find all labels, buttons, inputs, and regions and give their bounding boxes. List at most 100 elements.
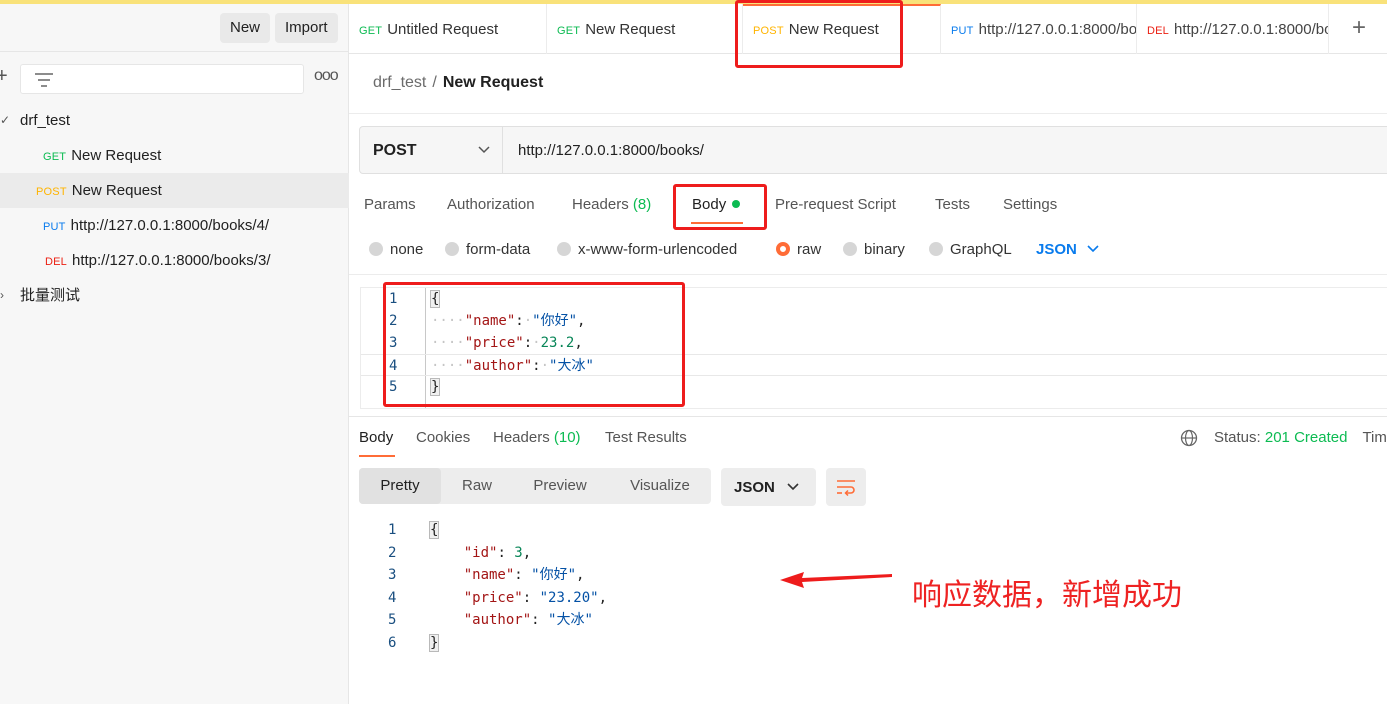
radio-label: raw bbox=[797, 241, 822, 258]
tab-untitled-request[interactable]: GET Untitled Request bbox=[349, 4, 547, 54]
arrow-left-icon bbox=[780, 572, 892, 588]
json-value: "你好" bbox=[531, 567, 577, 583]
resp-tab-cookies[interactable]: Cookies bbox=[416, 429, 470, 446]
code-token: } bbox=[428, 633, 440, 652]
add-tab-icon[interactable]: + bbox=[1352, 16, 1366, 40]
divider bbox=[349, 274, 1387, 275]
radio-icon bbox=[369, 241, 383, 256]
json-key: "price" bbox=[463, 589, 523, 606]
headers-count: (10) bbox=[553, 429, 581, 446]
breadcrumb: drf_test / New Request bbox=[373, 74, 543, 92]
code-line: 6} bbox=[360, 632, 1387, 654]
annotation-text: 响应数据，新增成功 bbox=[912, 578, 1182, 613]
response-status: Status: 201 Created Time bbox=[1214, 429, 1387, 446]
radio-graphql[interactable]: GraphQL bbox=[929, 241, 1012, 258]
status-badge[interactable]: 201 Created bbox=[1265, 429, 1348, 446]
response-view-toggle: Pretty Raw Preview Visualize bbox=[359, 468, 711, 504]
tab-authorization[interactable]: Authorization bbox=[447, 196, 535, 213]
sidebar-item-post-new-request[interactable]: POST New Request bbox=[0, 173, 349, 208]
collection-label: drf_test bbox=[20, 112, 71, 129]
folder-batch-test[interactable]: › 批量测试 bbox=[0, 278, 349, 313]
view-raw-button[interactable]: Raw bbox=[445, 468, 509, 504]
radio-urlencoded[interactable]: x-www-form-urlencoded bbox=[557, 241, 737, 258]
body-format-select[interactable]: JSON bbox=[1036, 241, 1099, 258]
filter-input[interactable] bbox=[20, 64, 304, 94]
tab-tests[interactable]: Tests bbox=[935, 196, 970, 213]
resp-tab-test-results[interactable]: Test Results bbox=[605, 429, 687, 446]
chevron-down-icon bbox=[478, 146, 490, 154]
chevron-down-icon bbox=[1087, 245, 1099, 253]
chevron-down-icon[interactable]: ✓ bbox=[0, 103, 10, 138]
method-badge: GET bbox=[359, 25, 383, 37]
highlight-box-request-body bbox=[383, 282, 685, 407]
page-title[interactable]: New Request bbox=[443, 74, 543, 91]
radio-label: x-www-form-urlencoded bbox=[578, 241, 738, 258]
sidebar-item-label: New Request bbox=[71, 147, 162, 164]
tab-get-new-request[interactable]: GET New Request bbox=[547, 4, 743, 54]
line-number: 3 bbox=[388, 567, 397, 583]
radio-none[interactable]: none bbox=[369, 241, 423, 258]
radio-icon bbox=[843, 241, 857, 256]
tab-params[interactable]: Params bbox=[364, 196, 416, 213]
json-value: 3 bbox=[514, 544, 523, 561]
sidebar-item-get-new-request[interactable]: GET New Request bbox=[0, 138, 349, 173]
radio-label: binary bbox=[864, 241, 905, 258]
chevron-right-icon[interactable]: › bbox=[0, 278, 4, 313]
json-key: "author" bbox=[463, 612, 532, 628]
tab-prerequest-script[interactable]: Pre-request Script bbox=[775, 196, 896, 213]
sidebar-item-label: New Request bbox=[71, 182, 162, 199]
breadcrumb-collection[interactable]: drf_test bbox=[373, 74, 426, 91]
radio-raw[interactable]: raw bbox=[776, 241, 821, 258]
line-number: 6 bbox=[388, 634, 397, 651]
line-number: 4 bbox=[388, 589, 397, 606]
method-badge: POST bbox=[36, 186, 67, 198]
import-button[interactable]: Import bbox=[275, 13, 338, 43]
resp-tab-headers[interactable]: Headers (10) bbox=[493, 429, 581, 446]
highlight-box-post-tab bbox=[735, 0, 903, 68]
code-line: 1{ bbox=[360, 519, 1387, 541]
method-select[interactable]: POST bbox=[360, 127, 503, 173]
time-label[interactable]: Time bbox=[1362, 429, 1387, 446]
resp-tab-body[interactable]: Body bbox=[359, 429, 393, 446]
tab-settings[interactable]: Settings bbox=[1003, 196, 1057, 213]
view-preview-button[interactable]: Preview bbox=[515, 468, 605, 504]
json-key: "id" bbox=[463, 544, 498, 561]
code-line: 5 "author": "大冰" bbox=[360, 609, 1387, 631]
radio-binary[interactable]: binary bbox=[843, 241, 905, 258]
highlight-box-body-tab bbox=[673, 184, 767, 230]
radio-icon bbox=[557, 241, 571, 256]
collection-drf-test[interactable]: ✓ drf_test bbox=[0, 103, 349, 138]
tab-label: New Request bbox=[585, 21, 676, 38]
more-options-icon[interactable]: ooo bbox=[314, 67, 339, 85]
radio-form-data[interactable]: form-data bbox=[445, 241, 530, 258]
sidebar-item-del-books-3[interactable]: DEL http://127.0.0.1:8000/books/3/ bbox=[0, 243, 349, 278]
format-value: JSON bbox=[1036, 241, 1077, 258]
method-badge: GET bbox=[557, 25, 581, 37]
json-value: "大冰" bbox=[548, 612, 593, 628]
view-pretty-button[interactable]: Pretty bbox=[359, 468, 441, 504]
line-number: 2 bbox=[388, 544, 397, 561]
wrap-lines-button[interactable] bbox=[826, 468, 866, 506]
tab-headers[interactable]: Headers (8) bbox=[572, 196, 651, 213]
view-visualize-button[interactable]: Visualize bbox=[613, 468, 707, 504]
radio-icon bbox=[929, 241, 943, 256]
tab-del-request[interactable]: DEL http://127.0.0.1:8000/bo bbox=[1137, 4, 1329, 54]
globe-icon[interactable] bbox=[1180, 429, 1198, 447]
sidebar-item-label: http://127.0.0.1:8000/books/3/ bbox=[72, 252, 271, 269]
radio-label: GraphQL bbox=[950, 241, 1012, 258]
method-value: POST bbox=[373, 142, 417, 159]
tab-label: http://127.0.0.1:8000/bo bbox=[1174, 21, 1329, 38]
url-input[interactable]: http://127.0.0.1:8000/books/ bbox=[518, 142, 704, 159]
sidebar: New Import + ooo ✓ drf_test GET New Reque… bbox=[0, 4, 349, 704]
plus-icon[interactable]: + bbox=[0, 66, 8, 86]
new-button[interactable]: New bbox=[220, 13, 271, 43]
json-value: "23.20" bbox=[539, 589, 599, 606]
tab-put-request[interactable]: PUT http://127.0.0.1:8000/bo bbox=[941, 4, 1137, 54]
response-format-select[interactable]: JSON bbox=[721, 468, 816, 506]
active-tab-indicator bbox=[359, 455, 395, 457]
method-badge: DEL bbox=[1147, 25, 1169, 37]
sidebar-item-put-books-4[interactable]: PUT http://127.0.0.1:8000/books/4/ bbox=[0, 208, 349, 243]
sidebar-item-label: http://127.0.0.1:8000/books/4/ bbox=[70, 217, 270, 234]
tab-label: Headers bbox=[493, 429, 550, 446]
method-badge: GET bbox=[43, 151, 67, 163]
